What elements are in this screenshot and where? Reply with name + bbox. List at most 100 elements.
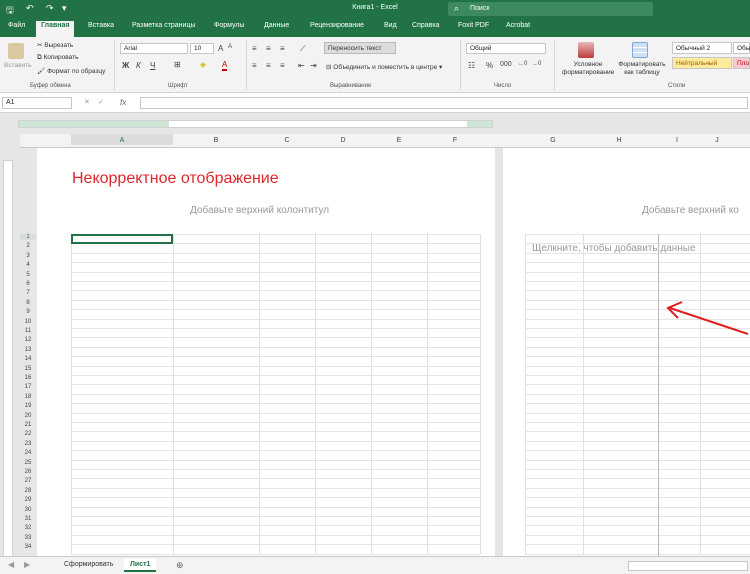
tab-review[interactable]: Рецензирование: [310, 22, 364, 29]
tab-foxit[interactable]: Foxit PDF: [458, 22, 489, 29]
italic-icon[interactable]: К: [136, 61, 141, 70]
row-header[interactable]: 11: [20, 328, 36, 334]
tab-acrobat[interactable]: Acrobat: [506, 22, 530, 29]
font-size-select[interactable]: 10: [190, 43, 214, 54]
search-box[interactable]: ⌕ Поиск: [448, 2, 653, 16]
column-header-f[interactable]: F: [427, 137, 483, 144]
row-header[interactable]: 29: [20, 497, 36, 503]
row-header[interactable]: 30: [20, 507, 36, 513]
tab-help[interactable]: Справка: [412, 22, 439, 29]
row-header[interactable]: 21: [20, 422, 36, 428]
format-as-table-icon[interactable]: [632, 42, 648, 58]
fx-icon[interactable]: fx: [120, 98, 126, 107]
comma-style-icon[interactable]: 000: [500, 61, 512, 68]
align-middle-icon[interactable]: ≡: [266, 44, 271, 53]
row-header[interactable]: 3: [20, 253, 36, 259]
row-header[interactable]: 10: [20, 319, 36, 325]
orientation-icon[interactable]: ⟋: [300, 44, 306, 54]
accounting-icon[interactable]: ☷: [468, 61, 475, 70]
row-header[interactable]: 23: [20, 441, 36, 447]
row-header[interactable]: 33: [20, 535, 36, 541]
increase-indent-icon[interactable]: ⇥: [310, 61, 317, 70]
column-header-i[interactable]: I: [657, 137, 697, 144]
row-header[interactable]: 6: [20, 281, 36, 287]
paste-button[interactable]: Вставить: [4, 62, 32, 69]
next-sheet-icon[interactable]: ▶: [24, 560, 30, 569]
style-bad[interactable]: Пло: [733, 57, 750, 69]
row-header[interactable]: 20: [20, 413, 36, 419]
fill-color-icon[interactable]: ◈: [200, 60, 206, 69]
decrease-indent-icon[interactable]: ⇤: [298, 61, 305, 70]
cut-button[interactable]: ✂ Вырезать: [37, 41, 73, 49]
decrease-font-icon[interactable]: A: [228, 44, 232, 50]
row-header[interactable]: 12: [20, 337, 36, 343]
row-header[interactable]: 28: [20, 488, 36, 494]
add-sheet-icon[interactable]: ⊕: [176, 560, 184, 571]
row-header[interactable]: 2: [20, 243, 36, 249]
bold-icon[interactable]: Ж: [122, 61, 129, 70]
style-normal-2[interactable]: Обычный 2: [672, 42, 732, 54]
column-header-j[interactable]: J: [697, 137, 737, 144]
tab-page-layout[interactable]: Разметка страницы: [132, 22, 196, 29]
copy-button[interactable]: ⧉ Копировать: [37, 54, 78, 62]
formula-input[interactable]: [140, 97, 748, 109]
percent-icon[interactable]: %: [486, 61, 493, 70]
tab-view[interactable]: Вид: [384, 22, 397, 29]
row-header[interactable]: 15: [20, 366, 36, 372]
row-header[interactable]: 24: [20, 450, 36, 456]
increase-font-icon[interactable]: A: [218, 44, 223, 53]
column-header-h[interactable]: H: [581, 137, 657, 144]
column-header-d[interactable]: D: [315, 137, 371, 144]
sheet-tab-form[interactable]: Сформировать: [58, 559, 119, 570]
row-header[interactable]: 22: [20, 431, 36, 437]
sheet-tab-list1[interactable]: Лист1: [124, 559, 157, 572]
cancel-icon[interactable]: ✕: [84, 98, 90, 106]
align-left-icon[interactable]: ≡: [252, 61, 257, 70]
row-header[interactable]: 5: [20, 272, 36, 278]
row-header[interactable]: 9: [20, 309, 36, 315]
row-header[interactable]: 34: [20, 544, 36, 550]
column-header-b[interactable]: B: [173, 137, 259, 144]
column-header-e[interactable]: E: [371, 137, 427, 144]
selected-cell-a1[interactable]: [71, 234, 173, 244]
conditional-format-button[interactable]: Условное форматирование: [562, 61, 614, 77]
tab-data[interactable]: Данные: [264, 22, 289, 29]
conditional-format-icon[interactable]: [578, 42, 594, 58]
horizontal-ruler[interactable]: [18, 120, 493, 128]
borders-icon[interactable]: ⊞: [174, 60, 181, 69]
row-header[interactable]: 31: [20, 516, 36, 522]
font-name-select[interactable]: Arial: [120, 43, 188, 54]
name-box[interactable]: A1: [2, 97, 72, 109]
number-format-select[interactable]: Общий: [466, 43, 546, 54]
row-header[interactable]: 14: [20, 356, 36, 362]
row-header[interactable]: 17: [20, 384, 36, 390]
tab-home[interactable]: Главная: [36, 21, 75, 37]
row-header[interactable]: 26: [20, 469, 36, 475]
column-header-c[interactable]: C: [259, 137, 315, 144]
row-header[interactable]: 16: [20, 375, 36, 381]
row-header[interactable]: 32: [20, 525, 36, 531]
row-header[interactable]: 19: [20, 403, 36, 409]
format-painter-button[interactable]: 🖌 Формат по образцу: [37, 67, 105, 75]
row-header[interactable]: 7: [20, 290, 36, 296]
paste-icon[interactable]: [8, 43, 24, 59]
align-top-icon[interactable]: ≡: [252, 44, 257, 53]
column-header-a[interactable]: A: [71, 134, 173, 145]
row-header[interactable]: 27: [20, 478, 36, 484]
wrap-text-button[interactable]: Переносить текст: [324, 42, 396, 54]
decrease-decimal-icon[interactable]: →0: [532, 61, 541, 67]
tab-file[interactable]: Файл: [8, 22, 25, 29]
style-normal[interactable]: Обы: [733, 42, 750, 54]
underline-icon[interactable]: Ч: [150, 61, 155, 70]
row-header[interactable]: 25: [20, 460, 36, 466]
click-to-add-data[interactable]: Щелкните, чтобы добавить данные: [532, 243, 696, 254]
tab-insert[interactable]: Вставка: [88, 22, 114, 29]
enter-icon[interactable]: ✓: [98, 98, 104, 106]
row-header[interactable]: 18: [20, 394, 36, 400]
merge-center-button[interactable]: ⊟ Объединить и поместить в центре ▾: [326, 63, 442, 71]
row-header[interactable]: 1: [20, 234, 36, 240]
align-center-icon[interactable]: ≡: [266, 61, 271, 70]
column-header-g[interactable]: G: [525, 137, 581, 144]
align-bottom-icon[interactable]: ≡: [280, 44, 285, 53]
style-neutral[interactable]: Нейтральный: [672, 57, 732, 69]
